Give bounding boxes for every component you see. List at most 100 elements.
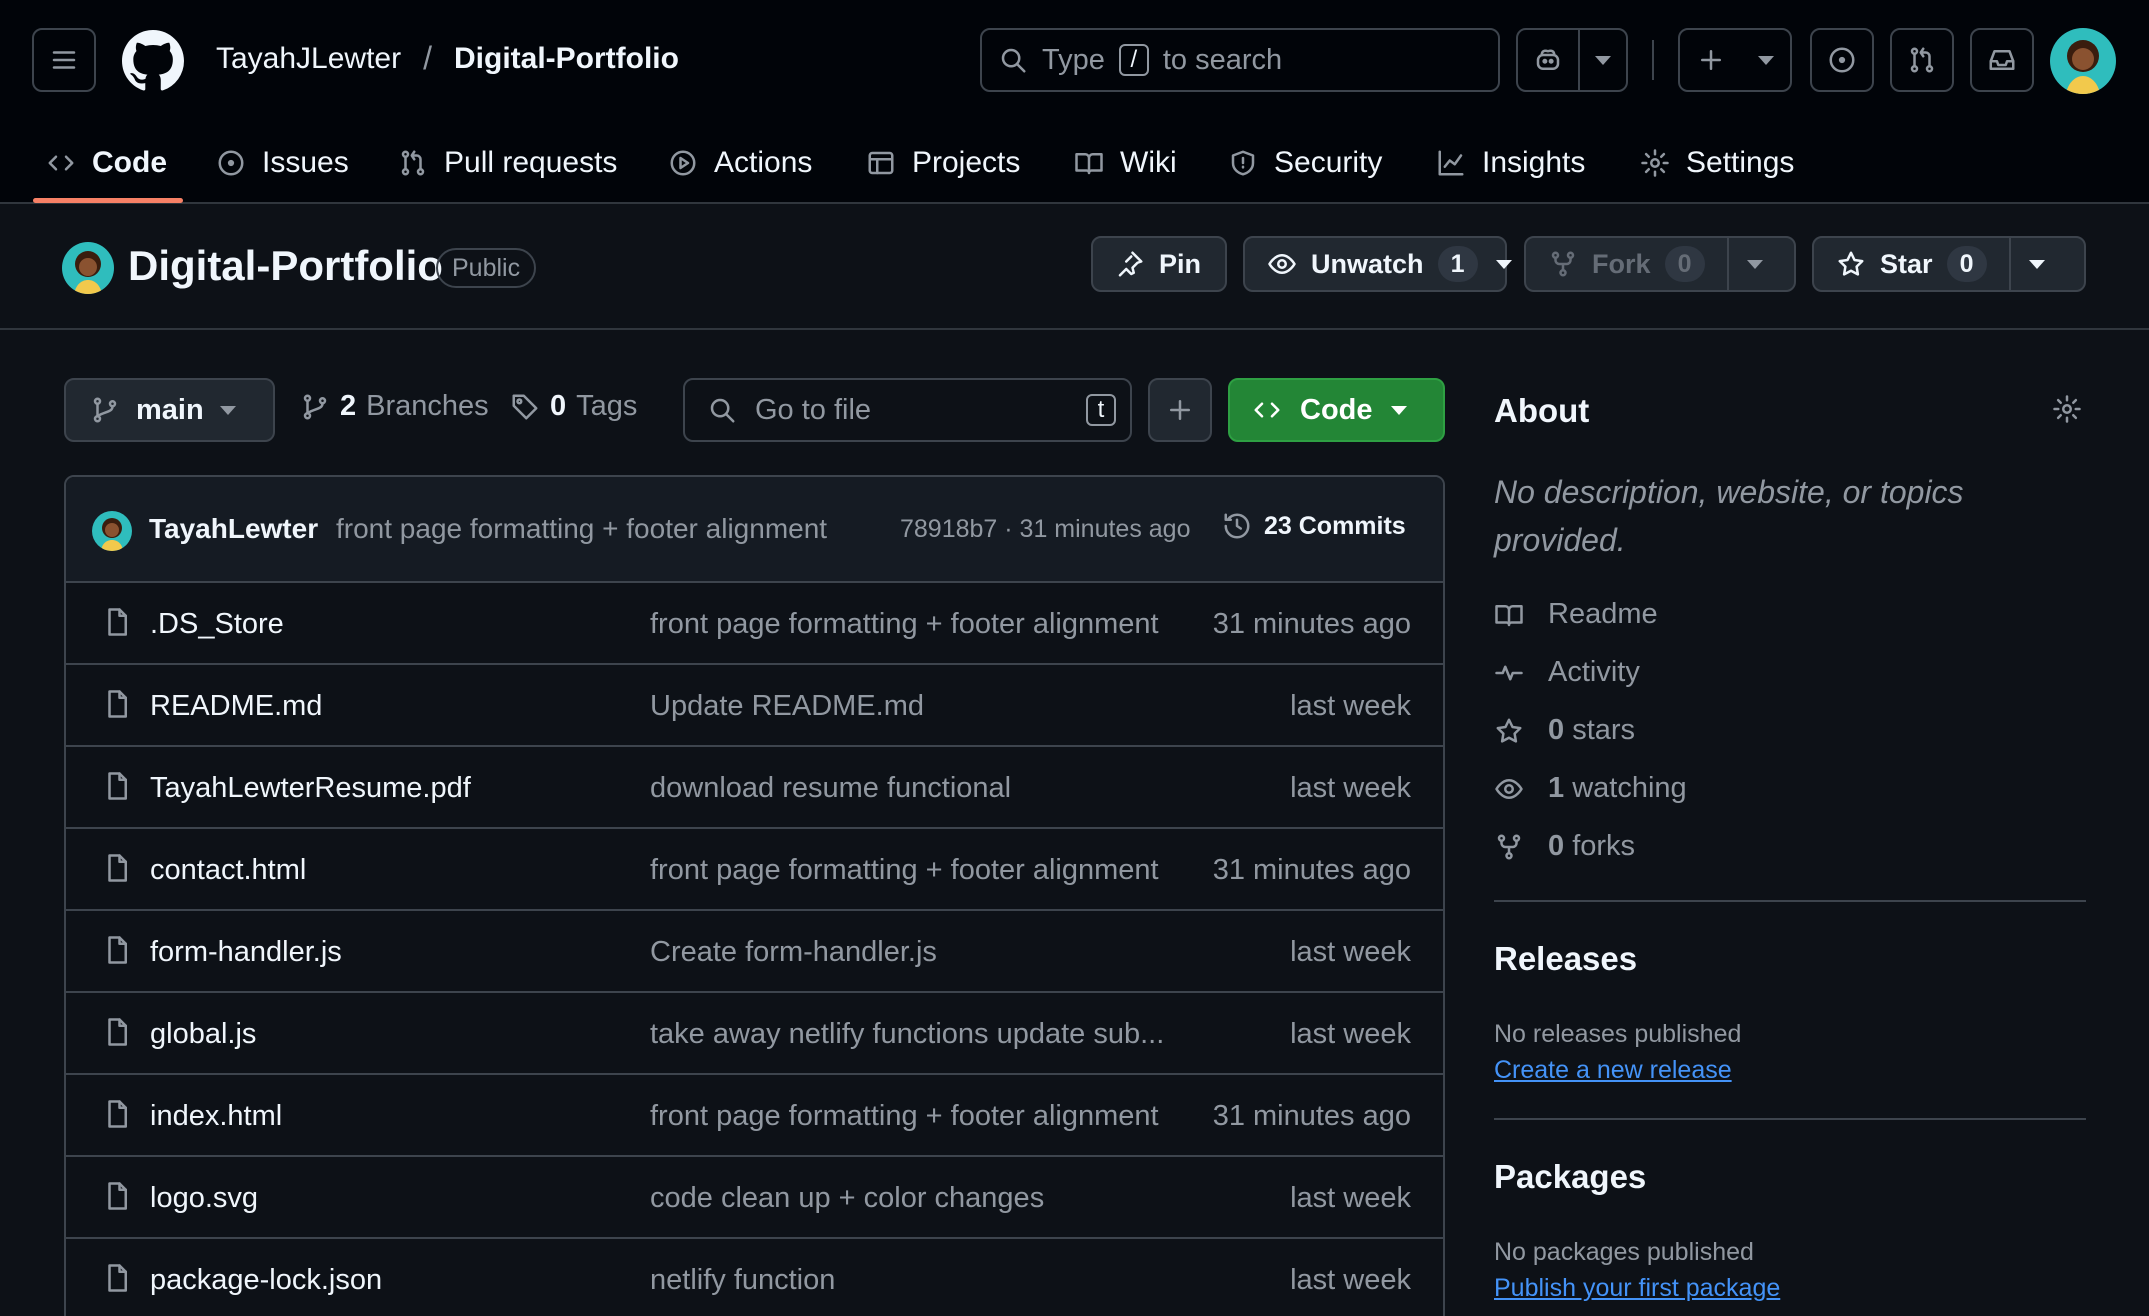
file-commit-message[interactable]: Update README.md — [650, 690, 924, 723]
packages-heading[interactable]: Packages — [1494, 1158, 1646, 1196]
plus-icon — [1701, 50, 1721, 70]
stars-link[interactable]: 0 stars — [1494, 714, 1635, 747]
chevron-down-icon[interactable] — [2008, 238, 2063, 290]
chevron-down-icon[interactable] — [1726, 238, 1781, 290]
header-divider — [1652, 40, 1654, 80]
table-row[interactable]: logo.svg code clean up + color changes l… — [66, 1157, 1443, 1239]
branches-link[interactable]: 2 Branches — [300, 390, 489, 423]
file-name[interactable]: logo.svg — [150, 1182, 258, 1215]
chevron-down-icon[interactable] — [1580, 55, 1626, 65]
branch-icon — [93, 397, 117, 423]
commit-author-avatar[interactable] — [92, 511, 132, 551]
issues-button[interactable] — [1810, 28, 1874, 92]
table-row[interactable]: form-handler.js Create form-handler.js l… — [66, 911, 1443, 993]
tags-link[interactable]: 0 Tags — [510, 390, 637, 423]
file-commit-message[interactable]: download resume functional — [650, 772, 1011, 805]
top-bar: TayahJLewter / Digital-Portfolio Type / … — [0, 0, 2149, 122]
book-icon — [1495, 604, 1523, 626]
create-new-button[interactable] — [1678, 28, 1792, 92]
create-release-link[interactable]: Create a new release — [1494, 1056, 1732, 1085]
publish-package-link[interactable]: Publish your first package — [1494, 1274, 1780, 1303]
table-row[interactable]: .DS_Store front page formatting + footer… — [66, 583, 1443, 665]
releases-heading[interactable]: Releases — [1494, 940, 1637, 978]
copilot-icon[interactable] — [1518, 30, 1580, 90]
inbox-button[interactable] — [1970, 28, 2034, 92]
table-row[interactable]: package-lock.json netlify function last … — [66, 1239, 1443, 1316]
eye-icon — [1495, 778, 1523, 799]
menu-button[interactable] — [32, 28, 96, 92]
repo-owner-avatar[interactable] — [62, 242, 114, 294]
unwatch-button[interactable]: Unwatch 1 — [1243, 236, 1512, 292]
table-row[interactable]: global.js take away netlify functions up… — [66, 993, 1443, 1075]
file-name[interactable]: README.md — [150, 690, 322, 723]
pin-button[interactable]: Pin — [1091, 236, 1227, 292]
commits-history-link[interactable]: 23 Commits — [1222, 511, 1406, 541]
tab-actions[interactable]: Actions — [668, 122, 812, 204]
table-row[interactable]: TayahLewterResume.pdf download resume fu… — [66, 747, 1443, 829]
table-row[interactable]: contact.html front page formatting + foo… — [66, 829, 1443, 911]
tab-pull-requests[interactable]: Pull requests — [398, 122, 617, 204]
tab-projects[interactable]: Projects — [866, 122, 1020, 204]
code-download-button[interactable]: Code — [1228, 378, 1445, 442]
file-commit-message[interactable]: code clean up + color changes — [650, 1182, 1044, 1215]
github-logo-icon[interactable] — [122, 30, 184, 92]
file-name[interactable]: package-lock.json — [150, 1264, 382, 1297]
activity-link[interactable]: Activity — [1494, 656, 1640, 689]
go-to-file-input[interactable]: Go to file t — [683, 378, 1132, 442]
pull-requests-button[interactable] — [1890, 28, 1954, 92]
file-commit-date: 31 minutes ago — [1212, 854, 1411, 886]
tab-issues[interactable]: Issues — [216, 122, 349, 204]
search-input[interactable]: Type / to search — [980, 28, 1500, 92]
about-settings-button[interactable] — [2052, 394, 2082, 424]
tab-insights[interactable]: Insights — [1436, 122, 1585, 204]
stars-count: 0 — [1548, 714, 1565, 746]
file-name[interactable]: contact.html — [150, 854, 306, 887]
add-file-button[interactable] — [1148, 378, 1212, 442]
tab-settings-label: Settings — [1686, 146, 1795, 179]
tags-count: 0 — [550, 390, 567, 422]
forks-link[interactable]: 0 forks — [1494, 830, 1635, 863]
search-icon — [1001, 48, 1026, 73]
tab-settings[interactable]: Settings — [1640, 122, 1794, 204]
breadcrumb-repo[interactable]: Digital-Portfolio — [454, 42, 679, 76]
file-name[interactable]: form-handler.js — [150, 936, 342, 969]
watch-count: 1 — [1437, 246, 1478, 282]
search-prefix: Type — [1042, 43, 1105, 76]
commit-message[interactable]: front page formatting + footer alignment — [336, 513, 827, 545]
pull-request-icon — [1910, 47, 1934, 73]
file-name[interactable]: TayahLewterResume.pdf — [150, 772, 471, 805]
file-commit-message[interactable]: take away netlify functions update sub..… — [650, 1018, 1164, 1051]
copilot-button[interactable] — [1516, 28, 1628, 92]
user-avatar[interactable] — [2050, 28, 2116, 94]
tab-wiki[interactable]: Wiki — [1074, 122, 1177, 204]
commit-meta[interactable]: 78918b7 · 31 minutes ago — [900, 515, 1191, 544]
file-commit-message[interactable]: Create form-handler.js — [650, 936, 937, 969]
watching-link[interactable]: 1 watching — [1494, 772, 1687, 805]
table-row[interactable]: README.md Update README.md last week — [66, 665, 1443, 747]
tab-security[interactable]: Security — [1228, 122, 1382, 204]
search-shortcut-key: / — [1118, 44, 1149, 76]
fork-button[interactable]: Fork 0 — [1524, 236, 1796, 292]
branch-selector[interactable]: main — [64, 378, 275, 442]
chevron-down-icon[interactable] — [1488, 259, 1520, 269]
repo-title[interactable]: Digital-Portfolio — [128, 242, 443, 290]
file-name[interactable]: .DS_Store — [150, 608, 284, 641]
tags-label: Tags — [576, 390, 638, 422]
hamburger-icon — [52, 51, 76, 69]
breadcrumb-owner[interactable]: TayahJLewter — [216, 42, 401, 76]
file-commit-message[interactable]: front page formatting + footer alignment — [650, 1100, 1159, 1133]
star-button[interactable]: Star 0 — [1812, 236, 2086, 292]
commit-author[interactable]: TayahLewter — [149, 513, 318, 545]
tab-code[interactable]: Code — [46, 122, 167, 204]
file-name[interactable]: index.html — [150, 1100, 282, 1133]
table-row[interactable]: index.html front page formatting + foote… — [66, 1075, 1443, 1157]
branch-name: main — [136, 393, 204, 426]
watching-label: watching — [1572, 772, 1687, 804]
file-name[interactable]: global.js — [150, 1018, 256, 1051]
file-commit-message[interactable]: front page formatting + footer alignment — [650, 854, 1159, 887]
file-commit-message[interactable]: front page formatting + footer alignment — [650, 608, 1159, 641]
issue-icon — [218, 150, 244, 176]
readme-link[interactable]: Readme — [1494, 598, 1658, 631]
file-commit-message[interactable]: netlify function — [650, 1264, 835, 1297]
file-commit-date: last week — [1290, 772, 1411, 804]
